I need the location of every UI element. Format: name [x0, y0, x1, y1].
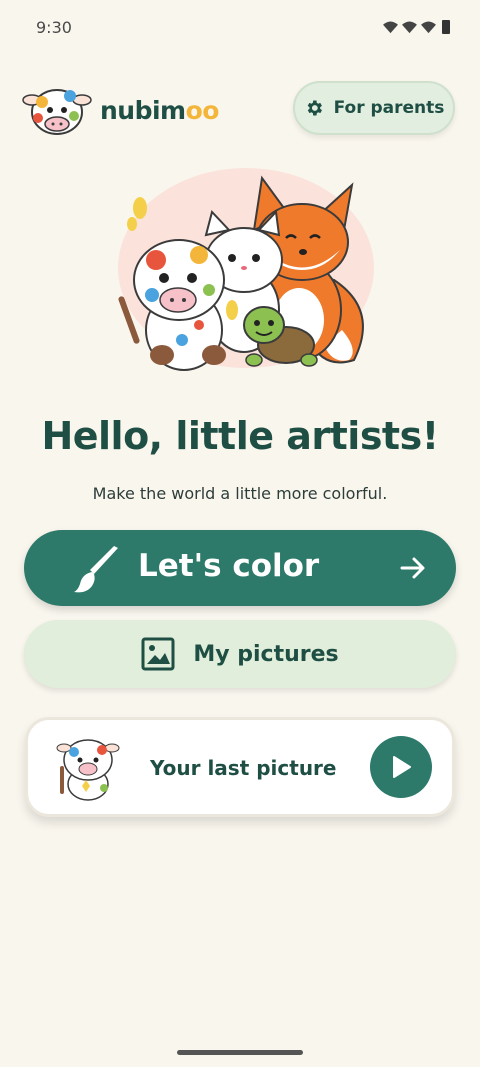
last-picture-card[interactable]: Your last picture [25, 717, 455, 817]
hero-illustration [118, 168, 374, 371]
status-icons [383, 20, 450, 34]
wifi-icon [383, 20, 398, 33]
app-logo: nubimoo [22, 82, 219, 138]
my-pictures-button[interactable]: My pictures [24, 620, 456, 688]
for-parents-button[interactable]: For parents [293, 81, 455, 135]
for-parents-label: For parents [333, 98, 445, 118]
battery-icon [442, 20, 450, 34]
page-subtitle: Make the world a little more colorful. [92, 484, 388, 503]
wifi-icon [421, 20, 436, 33]
lets-color-button[interactable]: Let's color [24, 530, 456, 606]
last-picture-label: Your last picture [150, 756, 337, 780]
play-icon [393, 756, 411, 778]
cow-logo-icon [22, 89, 92, 135]
gear-icon [307, 100, 322, 116]
logo-text-accent: oo [185, 95, 220, 125]
wifi-icon [402, 20, 417, 33]
page-title: Hello, little artists! [41, 414, 439, 458]
lets-color-label: Let's color [138, 548, 320, 584]
home-indicator[interactable] [177, 1050, 303, 1055]
play-button[interactable] [370, 736, 432, 798]
image-icon [141, 637, 175, 671]
paintbrush-icon [74, 546, 118, 593]
my-pictures-label: My pictures [193, 641, 339, 667]
logo-text: nubimoo [100, 96, 219, 125]
arrow-right-icon [400, 557, 425, 579]
last-picture-thumbnail [56, 739, 120, 801]
logo-text-main: nubim [100, 95, 186, 125]
status-time: 9:30 [36, 18, 72, 37]
status-bar: 9:30 [0, 0, 480, 56]
